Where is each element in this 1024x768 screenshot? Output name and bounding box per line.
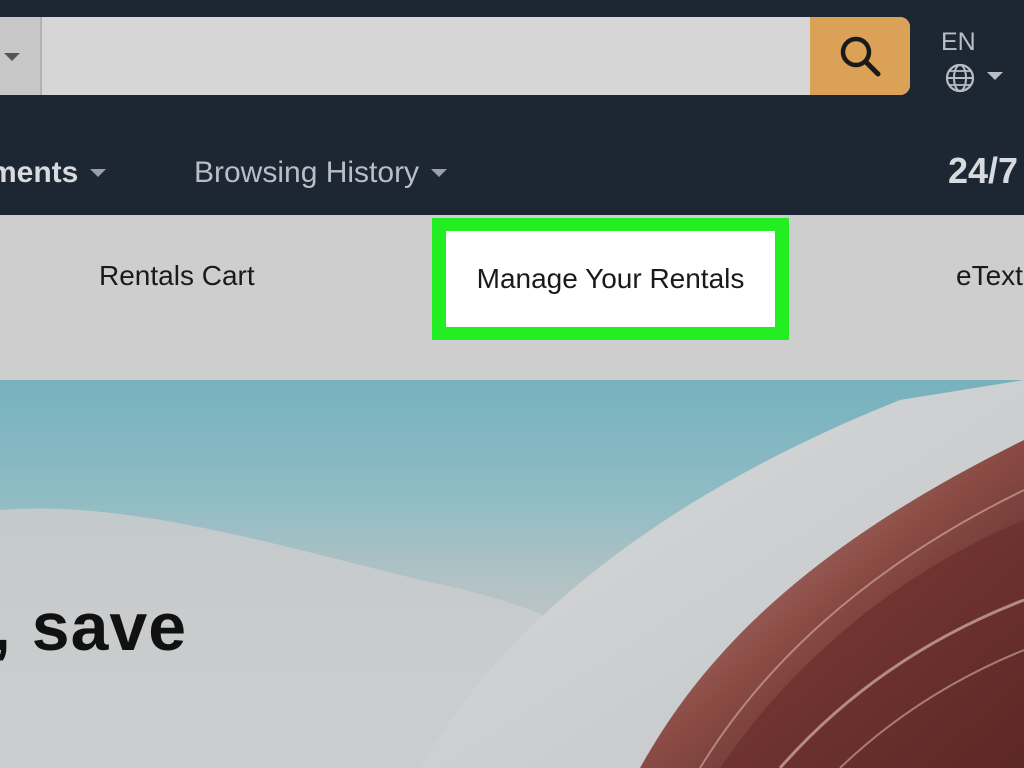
top-header: EN: [0, 0, 1024, 112]
chevron-down-icon: [987, 72, 1003, 80]
chevron-down-icon: [4, 53, 20, 61]
hero-book-image: [0, 380, 1024, 768]
search-input[interactable]: [42, 17, 808, 95]
chevron-down-icon: [90, 169, 107, 177]
subnav-manage-rentals-wrap[interactable]: Manage Your Rentals: [446, 231, 775, 327]
nav-browsing-history[interactable]: Browsing History: [194, 156, 448, 190]
nav-support-label: 24/7: [948, 150, 1019, 191]
search-button[interactable]: [810, 17, 910, 95]
highlight-box: Manage Your Rentals: [432, 218, 789, 340]
language-selector[interactable]: EN: [932, 24, 1012, 96]
nav-support[interactable]: 24/7: [948, 150, 1018, 192]
rentals-subnav: Rentals Cart Manage Your Rentals eText: [0, 215, 1024, 380]
globe-icon: [945, 63, 975, 93]
department-dropdown[interactable]: [0, 17, 42, 95]
search-bar: [0, 17, 910, 95]
main-nav: tments Browsing History 24/7: [0, 112, 1024, 215]
subnav-etextbooks[interactable]: eText: [956, 260, 1023, 292]
search-icon: [840, 36, 881, 77]
page: EN tments Browsing History 24/7 Rentals …: [0, 0, 1024, 768]
hero-banner: , save: [0, 380, 1024, 768]
hero-headline: , save: [0, 589, 188, 665]
subnav-manage-your-rentals[interactable]: Manage Your Rentals: [477, 263, 745, 295]
chevron-down-icon: [431, 169, 448, 177]
subnav-rentals-cart[interactable]: Rentals Cart: [99, 260, 255, 292]
nav-browsing-history-label: Browsing History: [194, 156, 420, 189]
nav-departments[interactable]: tments: [0, 156, 107, 190]
language-code: EN: [941, 28, 976, 56]
nav-departments-label: tments: [0, 156, 79, 189]
